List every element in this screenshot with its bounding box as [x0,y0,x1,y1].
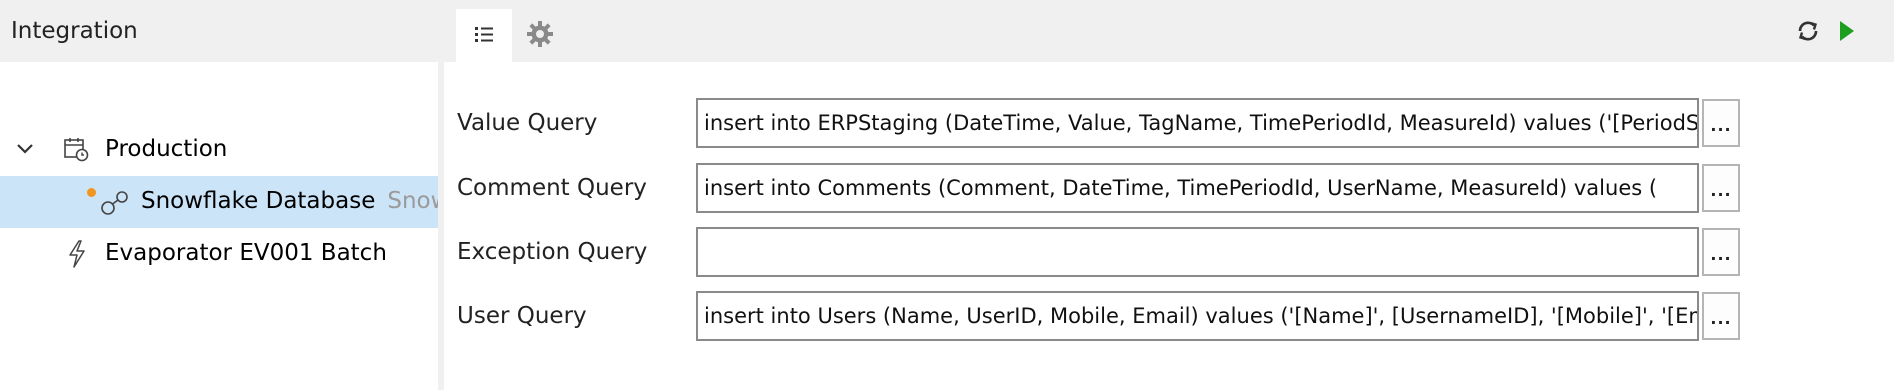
tab-settings[interactable] [512,9,568,62]
tree-node-type: Snowflake [387,188,438,214]
calendar-clock-icon [63,136,89,162]
user-query-input[interactable]: insert into Users (Name, UserID, Mobile,… [696,291,1699,341]
modified-dot [87,188,96,197]
tree-node-snowflake-database[interactable]: Snowflake Database Snowflake [0,176,438,228]
tree-node-production[interactable]: Production [0,124,438,176]
gear-icon [525,19,555,53]
details-panel: Value Query insert into ERPStaging (Date… [444,0,1894,390]
tree-node-label: Production [105,136,228,162]
value-query-label: Value Query [457,110,598,136]
user-query-browse-button[interactable]: ... [1702,292,1740,340]
comment-query-input[interactable]: insert into Comments (Comment, DateTime,… [696,163,1699,213]
lightning-icon [66,239,88,269]
value-query-input[interactable]: insert into ERPStaging (DateTime, Value,… [696,98,1699,148]
exception-query-browse-button[interactable]: ... [1702,228,1740,276]
run-button[interactable] [1829,16,1863,50]
list-icon [473,24,495,48]
panel-title: Integration [11,18,138,44]
tree-node-label: Evaporator EV001 Batch [105,240,387,266]
value-query-browse-button[interactable]: ... [1702,99,1740,147]
user-query-row: User Query insert into Users (Name, User… [444,291,1894,343]
connection-icon [100,189,130,217]
exception-query-label: Exception Query [457,239,648,265]
tab-list[interactable] [456,9,512,62]
user-query-label: User Query [457,303,587,329]
exception-query-row: Exception Query ... [444,227,1894,279]
chevron-down-icon[interactable] [14,138,36,160]
comment-query-label: Comment Query [457,175,647,201]
comment-query-row: Comment Query insert into Comments (Comm… [444,163,1894,215]
tree-node-label: Snowflake Database [141,188,376,214]
details-toolbar [444,0,1894,62]
refresh-button[interactable] [1791,16,1825,50]
comment-query-browse-button[interactable]: ... [1702,164,1740,212]
exception-query-input[interactable] [696,227,1699,277]
tree-node-evaporator-ev001-batch[interactable]: Evaporator EV001 Batch [0,228,438,280]
integration-panel: Integration Production Snowflake Databas… [0,0,438,390]
refresh-icon [1795,18,1821,48]
panel-header: Integration [0,0,438,62]
play-icon [1835,18,1857,48]
value-query-row: Value Query insert into ERPStaging (Date… [444,98,1894,150]
